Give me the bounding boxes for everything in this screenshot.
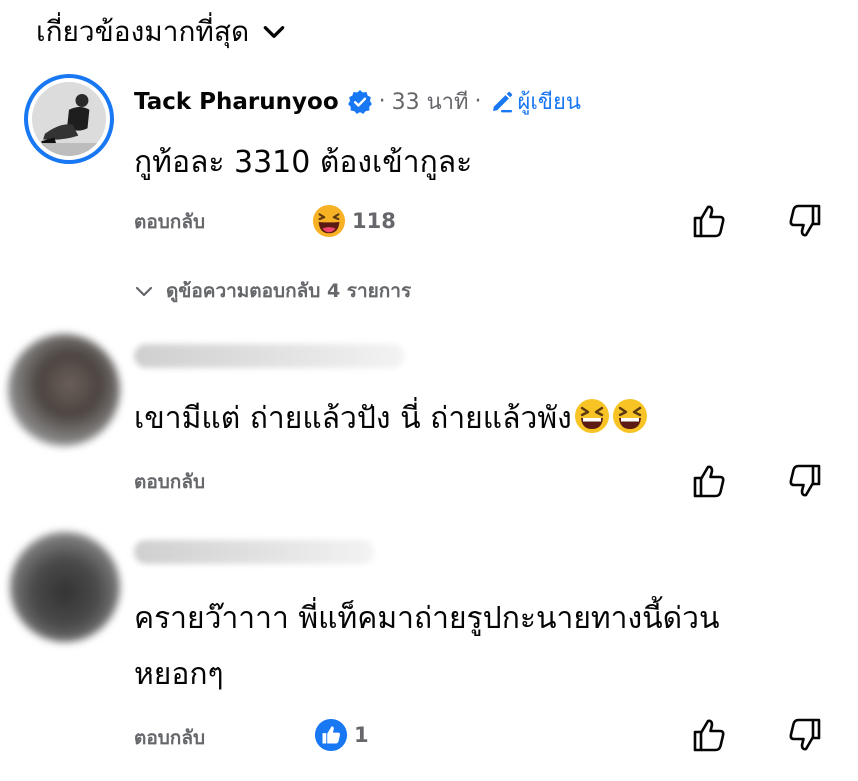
avatar[interactable] [8, 334, 120, 446]
thumbs-up-icon [693, 719, 725, 752]
reply-button[interactable]: ตอบกลับ [134, 723, 205, 753]
reply-button[interactable]: ตอบกลับ [134, 207, 205, 237]
pencil-icon [492, 91, 512, 112]
thumbs-down-icon [789, 204, 821, 237]
thumbs-up-icon [693, 465, 725, 498]
comment-text-body: เขามีแต่ ถ่ายแล้วปัง นี่ ถ่ายแล้วพัง [134, 401, 572, 436]
avatar[interactable] [10, 532, 120, 642]
dislike-button[interactable] [786, 462, 824, 500]
blurred-author-name [134, 540, 374, 564]
dislike-button[interactable] [786, 716, 824, 754]
comment-text-line: ครายว๊าาาา พี่แท็คมาถ่ายรูปกะนายทางนี้ด่… [134, 601, 720, 636]
sort-label: เกี่ยวข้องมากที่สุด [36, 15, 250, 48]
reaction-summary[interactable]: 1 [314, 718, 369, 752]
author-badge: ผู้เขียน [490, 84, 581, 119]
avatar-photo [32, 82, 106, 156]
comment-time: 33 นาที [391, 90, 469, 115]
like-reaction-icon [314, 718, 348, 752]
thumbs-down-icon [789, 718, 821, 751]
blurred-author-name [134, 344, 404, 368]
chevron-down-icon [135, 286, 153, 297]
like-button[interactable] [690, 462, 728, 500]
reaction-summary[interactable]: 118 [312, 204, 396, 238]
thumbs-down-icon [789, 464, 821, 497]
grinning-squinting-emoji-icon [574, 399, 609, 433]
avatar[interactable] [24, 74, 114, 164]
separator-dot: · [474, 89, 482, 114]
sort-dropdown[interactable]: เกี่ยวข้องมากที่สุด [36, 10, 287, 54]
dislike-button[interactable] [786, 202, 824, 240]
author-badge-label: ผู้เขียน [517, 90, 581, 115]
comment-text: กูท้อละ 3310 ต้องเข้ากูละ [134, 145, 473, 180]
grinning-squinting-emoji-icon [612, 399, 647, 433]
like-button[interactable] [690, 716, 728, 754]
laughing-emoji-icon [312, 204, 346, 238]
thumbs-up-icon [693, 205, 725, 238]
reaction-count: 1 [354, 723, 369, 747]
view-replies-button[interactable]: ดูข้อความตอบกลับ 4 รายการ [134, 276, 411, 306]
comment-text: ครายว๊าาาา พี่แท็คมาถ่ายรูปกะนายทางนี้ด่… [134, 594, 814, 700]
view-replies-label: ดูข้อความตอบกลับ 4 รายการ [166, 280, 412, 302]
reaction-count: 118 [352, 209, 396, 233]
comment-section: เกี่ยวข้องมากที่สุด Tack Pharunyoo · 33 … [0, 0, 858, 781]
separator-dot: · [378, 89, 386, 114]
reply-button[interactable]: ตอบกลับ [134, 467, 205, 497]
like-button[interactable] [690, 202, 728, 240]
comment-author-name[interactable]: Tack Pharunyoo [134, 89, 339, 115]
verified-badge-icon [347, 89, 372, 114]
comment-text-line: หยอกๆ [134, 657, 224, 692]
chevron-down-icon [263, 26, 285, 38]
comment-text: เขามีแต่ ถ่ายแล้วปัง นี่ ถ่ายแล้วพัง [134, 394, 814, 444]
